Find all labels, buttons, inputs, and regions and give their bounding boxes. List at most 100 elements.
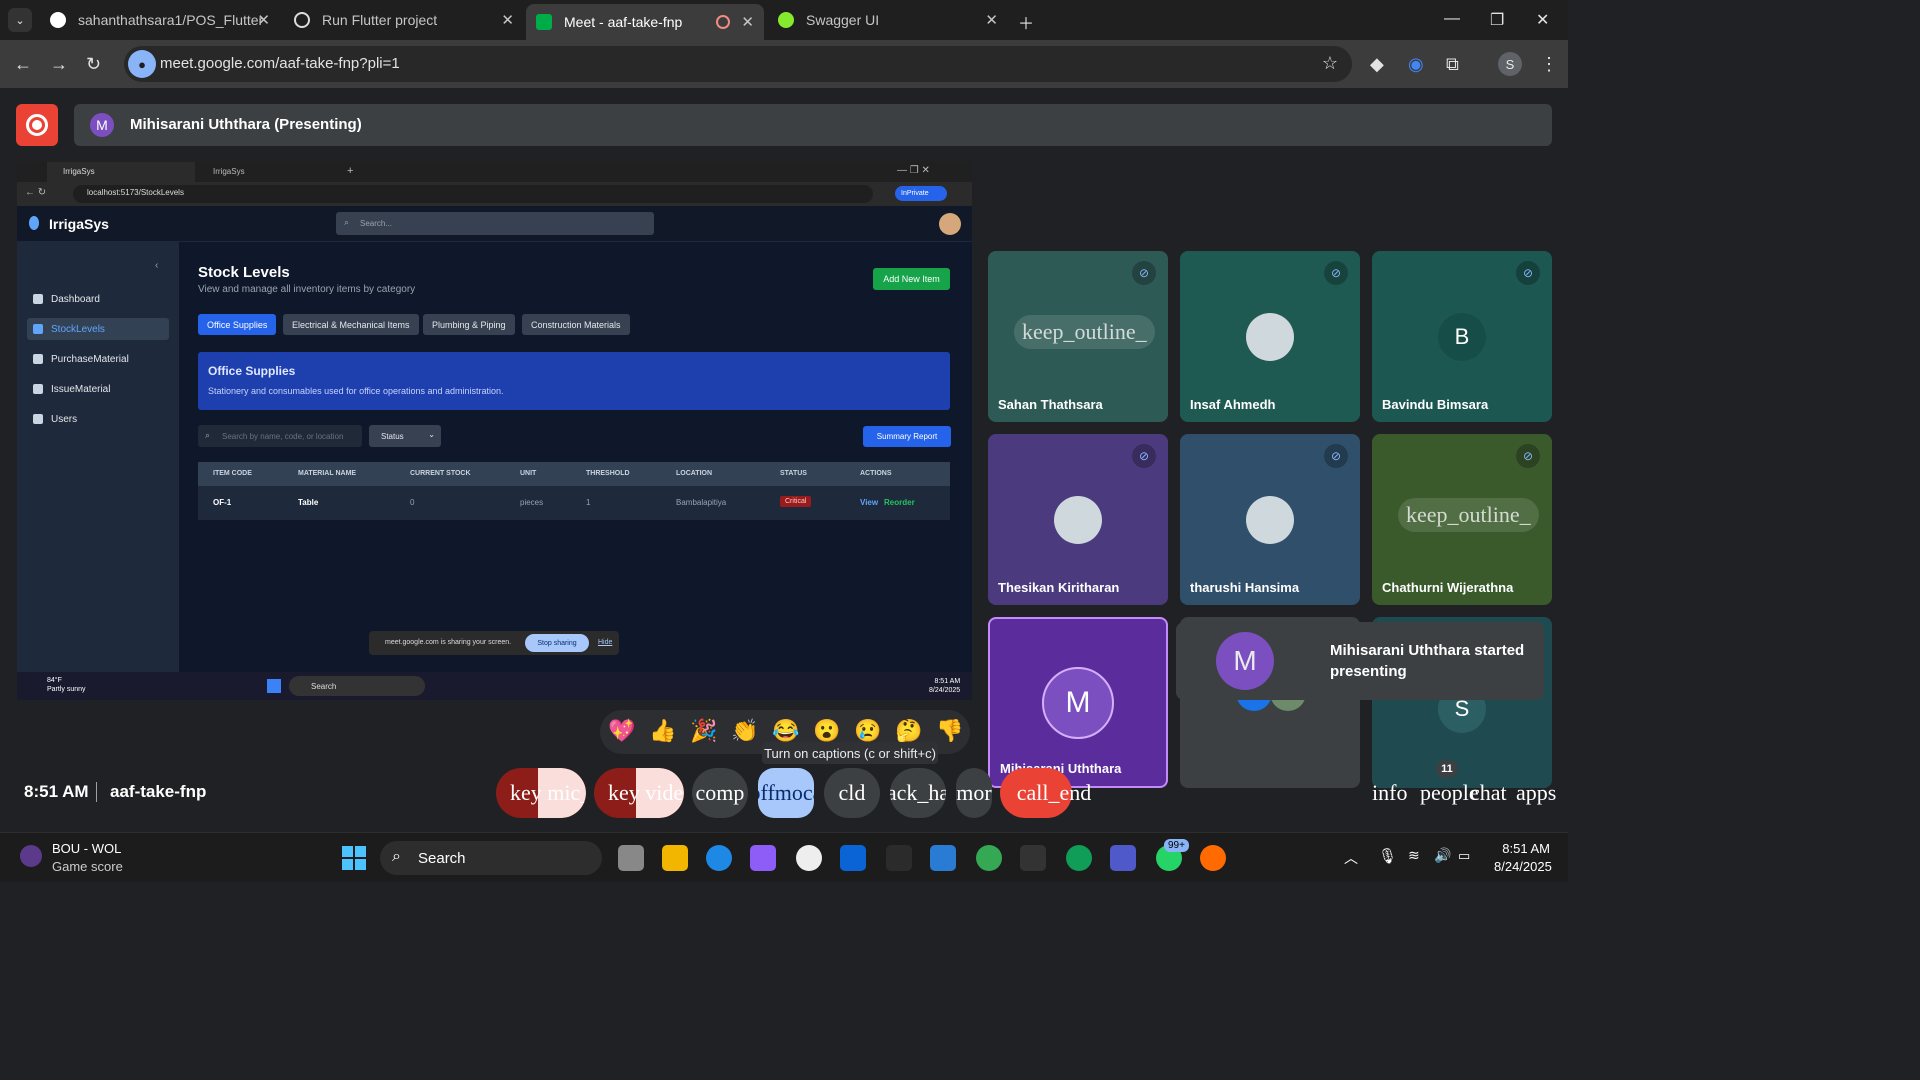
extension-icon[interactable]: ◆ [1370,54,1384,75]
avatar [1246,313,1294,361]
reaction-thumbs-down[interactable]: 👎 [936,718,963,744]
show-hidden-icons-icon[interactable]: ︿ [1344,848,1358,868]
taskbar-search-box[interactable]: ⌕ Search [380,841,602,875]
task-view-icon[interactable] [618,845,644,871]
terminal-icon[interactable] [1020,845,1046,871]
reaction-party[interactable]: 🎉 [690,718,717,744]
page-title: Stock Levels [198,264,290,281]
mic-off-icon: ⊘ [1516,261,1540,285]
browser-tab[interactable]: sahanthathsara1/POS_Flutter ✕ [40,4,280,36]
reaction-thumbs-up[interactable]: 👍 [649,718,676,744]
mic-button[interactable]: key mic_ [496,768,586,818]
windows-start-icon[interactable] [342,846,366,870]
forward-arrow-icon[interactable]: → [50,54,68,75]
outlook-icon[interactable] [840,845,866,871]
edge-icon[interactable] [706,845,732,871]
present-button[interactable]: comp [692,768,748,818]
reaction-cry[interactable]: 😢 [854,718,881,744]
chrome-icon[interactable] [976,845,1002,871]
edge-icon[interactable] [1066,845,1092,871]
address-bar[interactable]: ● meet.google.com/aaf-take-fnp?pli=1 ☆ [124,46,1352,82]
restore-button[interactable]: ❐ [1490,10,1504,30]
chat-button[interactable]: chat [1470,780,1507,806]
raise-hand-button[interactable]: back_han [890,768,946,818]
nav-arrows-icon: ← ↻ [25,187,47,198]
app-icon[interactable] [796,845,822,871]
sidebar-item-purchasematerial: PurchaseMaterial [27,348,169,370]
microphone-icon[interactable]: 🎙 [1378,847,1397,865]
postman-icon[interactable] [1200,845,1226,871]
extensions-puzzle-icon[interactable]: ⧉ [1446,54,1459,75]
star-icon[interactable]: ☆ [1322,53,1338,74]
avatar: M [1216,632,1274,690]
new-tab-button[interactable]: ＋ [1018,10,1034,34]
vscode-icon[interactable] [930,845,956,871]
menu-kebab-icon[interactable]: ⋮ [1540,54,1558,75]
tab-title: sahanthathsara1/POS_Flutter [78,12,264,28]
shared-tab: IrrigaSys [213,167,245,176]
reaction-laugh[interactable]: 😂 [772,718,799,744]
tab-electrical: Electrical & Mechanical Items [283,314,419,335]
water-drop-icon [29,216,39,230]
wifi-icon[interactable]: ≋ [1408,847,1420,864]
browser-tab[interactable]: Swagger UI ✕ [768,4,1008,36]
participant-tile[interactable]: M Mihisarani Uththara [988,617,1168,788]
participant-name: Insaf Ahmedh [1190,397,1276,412]
extension-icon[interactable]: ◉ [1408,54,1424,75]
info-button[interactable]: info [1372,780,1407,806]
mic-off-icon: ⊘ [1324,444,1348,468]
back-arrow-icon[interactable]: ← [14,54,32,75]
teams-icon[interactable] [1110,845,1136,871]
participant-tile[interactable]: ⊘ keep_outline_ Sahan Thathsara [988,251,1168,422]
close-icon[interactable]: ✕ [501,11,514,29]
more-options-button[interactable]: mor [956,768,992,818]
reload-icon[interactable]: ↻ [86,54,101,75]
participant-tile[interactable]: ⊘ keep_outline_ Chathurni Wijerathna [1372,434,1552,605]
browser-tab[interactable]: Run Flutter project ✕ [284,4,524,36]
camera-button[interactable]: key vide [594,768,684,818]
microphone-icon[interactable]: ● [128,50,156,78]
recording-button[interactable] [16,104,58,146]
filter-search-input: ⌕ Search by name, code, or location [198,425,362,447]
reactions-button[interactable]: cld [824,768,880,818]
reaction-heart[interactable]: 💖 [608,718,635,744]
avatar: M [90,113,114,137]
windows-icon [267,679,281,693]
record-icon [26,114,48,136]
end-call-button[interactable]: call_end [1000,768,1091,818]
participant-tile[interactable]: ⊘ Insaf Ahmedh [1180,251,1360,422]
avatar [939,213,961,235]
apps-button[interactable]: apps [1516,780,1556,806]
profile-avatar[interactable]: S [1498,52,1522,76]
participant-name: Sahan Thathsara [998,397,1103,412]
close-icon[interactable]: ✕ [985,11,998,29]
participant-tile[interactable]: ⊘ tharushi Hansima [1180,434,1360,605]
tab-title: Swagger UI [806,12,880,28]
banner-title: Office Supplies [208,364,296,378]
participant-tile[interactable]: ⊘ B Bavindu Bimsara [1372,251,1552,422]
window-close-button[interactable]: ✕ [1536,10,1549,30]
app-icon[interactable] [886,845,912,871]
search-placeholder: Search... [360,219,393,228]
category-banner: Office Supplies Stationery and consumabl… [198,352,950,410]
minimize-button[interactable]: — [1444,10,1460,28]
reaction-clap[interactable]: 👏 [731,718,758,744]
file-explorer-icon[interactable] [662,845,688,871]
browser-tab-active[interactable]: Meet - aaf-take-fnp ✕ [526,4,764,40]
swagger-icon [778,12,794,28]
captions-button[interactable]: offmoca [758,768,814,818]
copilot-icon[interactable] [750,845,776,871]
volume-icon[interactable]: 🔊 [1434,847,1451,864]
summary-report-button: Summary Report [863,426,951,447]
reaction-thinking[interactable]: 🤔 [895,718,922,744]
close-icon[interactable]: ✕ [741,13,754,31]
clock[interactable]: 8:51 AM 8/24/2025 [1494,841,1552,874]
close-icon[interactable]: ✕ [257,11,270,29]
participant-tile[interactable]: ⊘ Thesikan Kiritharan [988,434,1168,605]
battery-icon[interactable]: ▭ [1458,848,1470,864]
reaction-surprised[interactable]: 😮 [813,718,840,744]
mic-off-icon: ⊘ [1132,444,1156,468]
openai-icon [294,12,310,28]
tab-search-button[interactable]: ⌄ [8,8,32,32]
widget-title[interactable]: BOU - WOL [52,841,121,856]
